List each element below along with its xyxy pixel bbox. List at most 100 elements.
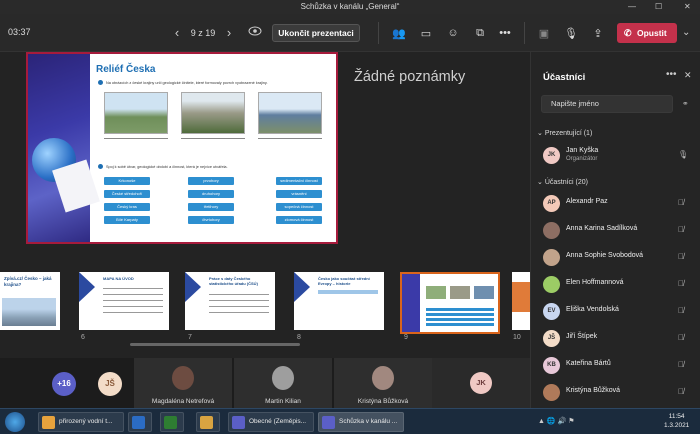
chip-process: sedimentační činnost <box>276 177 322 185</box>
camera-off-icon[interactable]: ▣ <box>536 25 552 41</box>
participants-icon[interactable]: 👥 <box>391 25 407 41</box>
video-tile-name: Kristýna Bůžková <box>357 398 409 405</box>
flag-icon <box>185 272 201 302</box>
start-button-icon[interactable] <box>5 412 25 432</box>
participant-row[interactable]: EV Eliška Vendolská 🎙̸ <box>531 301 700 321</box>
slide-pager: ‹ 9 z 19 › <box>170 25 236 40</box>
maximize-icon[interactable]: ☐ <box>655 0 662 14</box>
video-tile[interactable]: Magdaléna Netrefová <box>134 358 232 408</box>
slide-thumbnail-selected[interactable] <box>400 272 500 334</box>
taskbar-item-active[interactable]: Schůzka v kanálu ... <box>318 412 404 432</box>
word-icon <box>132 416 145 429</box>
participant-row[interactable]: JŠ Jiří Štípek 🎙̸ <box>531 328 700 348</box>
more-actions-icon[interactable]: ••• <box>497 25 513 41</box>
phone-icon: ✆ <box>624 28 632 38</box>
system-tray-icons[interactable]: ▲ 🌐 🔊 ⚑ <box>538 417 574 425</box>
microphone-muted-icon: 🎙̸ <box>678 198 684 207</box>
participant-row[interactable]: KB Kateřina Bártů 🎙̸ <box>531 355 700 375</box>
video-tile[interactable]: Martin Kilian <box>234 358 332 408</box>
chip-process: zlomová činnost <box>276 216 322 224</box>
video-tile-name: Martin Kilian <box>265 398 301 405</box>
participant-video <box>172 366 194 390</box>
reactions-icon[interactable]: ☺ <box>445 25 461 41</box>
attendees-header-label: Účastníci (20) <box>544 179 588 186</box>
chevron-down-icon[interactable]: ⌄ <box>682 27 690 38</box>
close-panel-icon[interactable]: ✕ <box>684 70 692 81</box>
video-tile-name: Magdaléna Netrefová <box>151 398 215 405</box>
chip-process: vrásnění <box>276 190 322 198</box>
participant-row[interactable]: Elen Hoffmannová 🎙̸ <box>531 274 700 294</box>
avatar: EV <box>543 303 560 320</box>
microphone-muted-icon: 🎙̸ <box>678 306 684 315</box>
more-participants-badge[interactable]: +16 <box>52 372 76 396</box>
close-window-icon[interactable]: ✕ <box>684 0 691 14</box>
avatar: JŠ <box>543 330 560 347</box>
microphone-muted-icon: 🎙̸ <box>678 225 684 234</box>
eye-icon[interactable] <box>248 26 262 36</box>
leave-button[interactable]: ✆ Opustit <box>617 23 677 43</box>
taskbar-item[interactable]: Obecné (Zeměpis... <box>228 412 314 432</box>
attendees-section-header[interactable]: ⌄ Účastníci (20) <box>537 178 588 186</box>
avatar <box>543 249 560 266</box>
minimize-icon[interactable]: — <box>628 0 636 14</box>
slide-thumbnail[interactable] <box>512 272 530 330</box>
microphone-muted-icon: 🎙̸ <box>678 252 684 261</box>
chrome-icon <box>42 416 55 429</box>
answer-line <box>181 138 245 139</box>
thumbnail-number: 6 <box>81 334 85 341</box>
chip-formation: Český kras <box>104 203 150 211</box>
slide-thumbnail[interactable]: MAPA NA ÚVOD <box>79 272 169 330</box>
toolbar-divider <box>378 22 379 44</box>
previous-slide-icon[interactable]: ‹ <box>170 25 184 40</box>
meeting-toolbar: 03:37 ‹ 9 z 19 › Ukončit prezentaci 👥 ▭ … <box>0 14 700 52</box>
next-slide-icon[interactable]: › <box>222 25 236 40</box>
taskbar-item-label: přirozený vodní t... <box>59 418 113 425</box>
participant-row[interactable]: Kristýna Bůžková 🎙̸ <box>531 382 700 402</box>
participant-name: Jan Kyška <box>566 147 599 154</box>
participant-name: Alexandr Paz <box>566 198 608 205</box>
video-strip: +16 JŠ Magdaléna Netrefová Martin Kilian… <box>0 358 530 408</box>
thumbnail-link-bar <box>318 290 378 294</box>
windows-taskbar: přirozený vodní t... Obecné (Zeměpis... … <box>0 408 700 434</box>
participant-row[interactable]: Anna Karina Sadílková 🎙̸ <box>531 220 700 240</box>
video-tile[interactable]: JK <box>432 358 530 408</box>
window-titlebar: Schůzka v kanálu „General“ <box>0 0 700 14</box>
more-options-icon[interactable]: ••• <box>666 69 677 80</box>
filmstrip-scrollbar[interactable] <box>130 343 300 346</box>
slide-thumbnail[interactable]: Zpívá.cz/ Česko – jaká krajina? <box>0 272 60 330</box>
participant-row[interactable]: Anna Sophie Svobodová 🎙̸ <box>531 247 700 267</box>
microphone-icon[interactable]: 🎙 <box>563 25 579 41</box>
slide-thumbnail[interactable]: Česko jako součást střední Evropy – hist… <box>294 272 384 330</box>
video-tile[interactable]: Kristýna Bůžková <box>334 358 432 408</box>
taskbar-item[interactable] <box>196 412 220 432</box>
avatar <box>543 222 560 239</box>
stop-presenting-button[interactable]: Ukončit prezentaci <box>272 24 360 42</box>
rooms-icon[interactable]: ⧉ <box>472 25 488 41</box>
avatar: AP <box>543 195 560 212</box>
share-invite-icon[interactable]: ⚭ <box>682 99 689 108</box>
system-clock[interactable]: 11:54 1.3.2021 <box>664 412 689 430</box>
participant-row[interactable]: AP Alexandr Paz 🎙̸ <box>531 193 700 213</box>
slide-instruction-1: Na obrázcích z české krajiny urči geolog… <box>106 81 268 85</box>
participant-row[interactable]: JK Jan Kyška Organizátor 🎙 <box>531 145 700 165</box>
thumbnail-photo <box>450 286 470 299</box>
window-title: Schůzka v kanálu „General“ <box>300 2 400 11</box>
taskbar-item[interactable] <box>128 412 152 432</box>
landscape-photo <box>104 92 168 134</box>
microphone-icon: 🎙 <box>678 150 689 159</box>
participant-name: Jiří Štípek <box>566 333 598 340</box>
thumbnail-chips <box>426 308 494 328</box>
chat-icon[interactable]: ▭ <box>418 25 434 41</box>
thumbnail-number: 8 <box>297 334 301 341</box>
thumbnail-number: 9 <box>404 334 408 341</box>
thumbnail-title: Česko jako součást střední Evropy – hist… <box>318 276 370 286</box>
chip-process: sopečná činnost <box>276 203 322 211</box>
share-icon[interactable]: ⇪ <box>590 25 606 41</box>
clock-date: 1.3.2021 <box>664 422 690 429</box>
presenters-section-header[interactable]: ⌄ Prezentující (1) <box>537 129 592 137</box>
slide-thumbnail[interactable]: Práce s daty Českého statistického úřadu… <box>185 272 275 330</box>
taskbar-item[interactable] <box>160 412 184 432</box>
participant-name: Anna Sophie Svobodová <box>566 252 644 259</box>
taskbar-item[interactable]: přirozený vodní t... <box>38 412 124 432</box>
participant-search-input[interactable]: Napište jméno <box>541 95 673 113</box>
